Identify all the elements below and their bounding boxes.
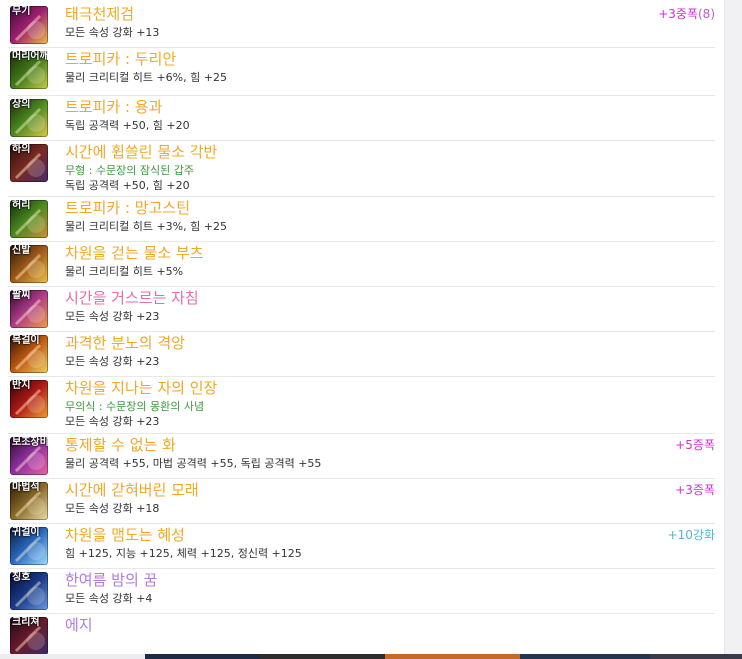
pants-icon[interactable]: 하의: [10, 144, 48, 182]
slot-label: 마법석: [12, 482, 40, 493]
equipment-row[interactable]: 반지 차원을 지나는 자의 인장무의식 : 수문장의 몽환의 사념모든 속성 강화…: [8, 376, 715, 434]
item-stat-line: 힘 +125, 지능 +125, 체력 +125, 정신력 +125: [65, 547, 302, 560]
necklace-icon[interactable]: 목걸이: [10, 335, 48, 373]
equipment-row[interactable]: 크리쳐 에지: [8, 613, 715, 654]
creature-icon[interactable]: 크리쳐: [10, 617, 48, 654]
equipment-row[interactable]: 목걸이 과격한 분노의 격앙모든 속성 강화 +23: [8, 331, 715, 377]
item-name[interactable]: 시간을 거스르는 자침: [65, 288, 199, 308]
title-icon[interactable]: 칭호: [10, 572, 48, 610]
slot-label: 팔찌: [12, 290, 31, 301]
item-fusion-line: 무의식 : 수문장의 몽환의 사념: [65, 400, 205, 413]
upgrade-value: +3증폭: [675, 483, 715, 497]
item-name[interactable]: 차원을 맴도는 혜성: [65, 525, 185, 545]
equipment-row[interactable]: 신발 차원을 걷는 물소 부츠물리 크리티컬 히트 +5%: [8, 241, 715, 287]
scrollbar[interactable]: [724, 0, 742, 654]
slot-label: 보조장비: [12, 437, 48, 448]
upgrade-tag: +10강화: [668, 527, 715, 543]
slot-label: 귀걸이: [12, 527, 40, 538]
item-name[interactable]: 한여름 밤의 꿈: [65, 570, 157, 590]
upgrade-value: +3중폭: [658, 7, 698, 21]
slot-label: 신발: [12, 245, 31, 256]
item-name[interactable]: 차원을 지나는 자의 인장: [65, 378, 217, 398]
item-stat-line: 물리 공격력 +55, 마법 공격력 +55, 독립 공격력 +55: [65, 457, 322, 470]
item-name[interactable]: 통제할 수 없는 화: [65, 435, 176, 455]
upgrade-count: (8): [698, 7, 715, 21]
item-stat-line: 물리 크리티컬 히트 +5%: [65, 265, 184, 278]
subweapon-icon[interactable]: 보조장비: [10, 437, 48, 475]
slot-label: 허리: [12, 200, 31, 211]
top-armor-icon[interactable]: 상의: [10, 99, 48, 137]
upgrade-tag: +3증폭: [675, 482, 715, 498]
equipment-row[interactable]: 허리 트로피카 : 망고스틴물리 크리티컬 히트 +3%, 힘 +25: [8, 196, 715, 242]
item-name[interactable]: 시간에 휩쓸린 물소 각반: [65, 142, 217, 162]
item-stat-line: 모든 속성 강화 +23: [65, 310, 160, 323]
item-stat-line: 물리 크리티컬 히트 +6%, 힘 +25: [65, 71, 227, 84]
bracelet-icon[interactable]: 팔찌: [10, 290, 48, 328]
item-stat-line: 모든 속성 강화 +4: [65, 592, 153, 605]
boots-icon[interactable]: 신발: [10, 245, 48, 283]
item-name[interactable]: 에지: [65, 615, 93, 635]
equipment-row[interactable]: 마법석 시간에 갇혀버린 모래모든 속성 강화 +18 +3증폭: [8, 478, 715, 524]
item-fusion-line: 무형 : 수문장의 잠식된 갑주: [65, 164, 195, 177]
upgrade-value: +5증폭: [675, 438, 715, 452]
slot-label: 목걸이: [12, 335, 40, 346]
equipment-row[interactable]: 머리어깨 트로피카 : 두리안물리 크리티컬 히트 +6%, 힘 +25: [8, 47, 715, 96]
upgrade-tag: +3중폭(8): [658, 6, 715, 22]
item-stat-line: 모든 속성 강화 +23: [65, 415, 160, 428]
slot-label: 머리어깨: [12, 51, 48, 62]
equipment-row[interactable]: 하의 시간에 휩쓸린 물소 각반무형 : 수문장의 잠식된 갑주독립 공격력 +5…: [8, 140, 715, 197]
equipment-row[interactable]: 팔찌 시간을 거스르는 자침모든 속성 강화 +23: [8, 286, 715, 332]
item-name[interactable]: 태극천제검: [65, 4, 134, 24]
sword-icon[interactable]: 무기: [10, 6, 48, 44]
equipment-row[interactable]: 무기 태극천제검모든 속성 강화 +13 +3중폭(8): [8, 2, 715, 48]
item-name[interactable]: 트로피카 : 망고스틴: [65, 198, 190, 218]
ring-icon[interactable]: 반지: [10, 380, 48, 418]
item-name[interactable]: 트로피카 : 용과: [65, 97, 162, 117]
upgrade-value: +10강화: [667, 528, 715, 542]
slot-label: 무기: [12, 6, 31, 17]
slot-label: 반지: [12, 380, 31, 391]
helmet-icon[interactable]: 머리어깨: [10, 51, 48, 89]
item-stat-line: 모든 속성 강화 +23: [65, 355, 160, 368]
item-name[interactable]: 차원을 걷는 물소 부츠: [65, 243, 204, 263]
item-stat-line: 물리 크리티컬 히트 +3%, 힘 +25: [65, 220, 227, 233]
upgrade-tag: +5증폭: [675, 437, 715, 453]
item-name[interactable]: 시간에 갇혀버린 모래: [65, 480, 199, 500]
equipment-row[interactable]: 보조장비 통제할 수 없는 화물리 공격력 +55, 마법 공격력 +55, 독립…: [8, 433, 715, 479]
magic-stone-icon[interactable]: 마법석: [10, 482, 48, 520]
slot-label: 칭호: [12, 572, 31, 583]
equipment-row[interactable]: 칭호 한여름 밤의 꿈모든 속성 강화 +4: [8, 568, 715, 614]
item-name[interactable]: 트로피카 : 두리안: [65, 49, 176, 69]
belt-icon[interactable]: 허리: [10, 200, 48, 238]
item-stat-line: 독립 공격력 +50, 힘 +20: [65, 119, 190, 132]
slot-label: 상의: [12, 99, 31, 110]
item-stat-line: 모든 속성 강화 +13: [65, 26, 160, 39]
item-stat-line: 모든 속성 강화 +18: [65, 502, 160, 515]
equipment-list: 무기 태극천제검모든 속성 강화 +13 +3중폭(8) 머리어깨 트로피카 : 두리안…: [0, 0, 724, 654]
item-name[interactable]: 과격한 분노의 격앙: [65, 333, 185, 353]
bottom-banner-strip: [0, 654, 742, 659]
equipment-row[interactable]: 상의 트로피카 : 용과독립 공격력 +50, 힘 +20: [8, 95, 715, 141]
equipment-row[interactable]: 귀걸이 차원을 맴도는 혜성힘 +125, 지능 +125, 체력 +125, 정…: [8, 523, 715, 569]
item-stat-line: 독립 공격력 +50, 힘 +20: [65, 179, 190, 192]
earring-icon[interactable]: 귀걸이: [10, 527, 48, 565]
slot-label: 크리쳐: [12, 617, 40, 628]
slot-label: 하의: [12, 144, 31, 155]
